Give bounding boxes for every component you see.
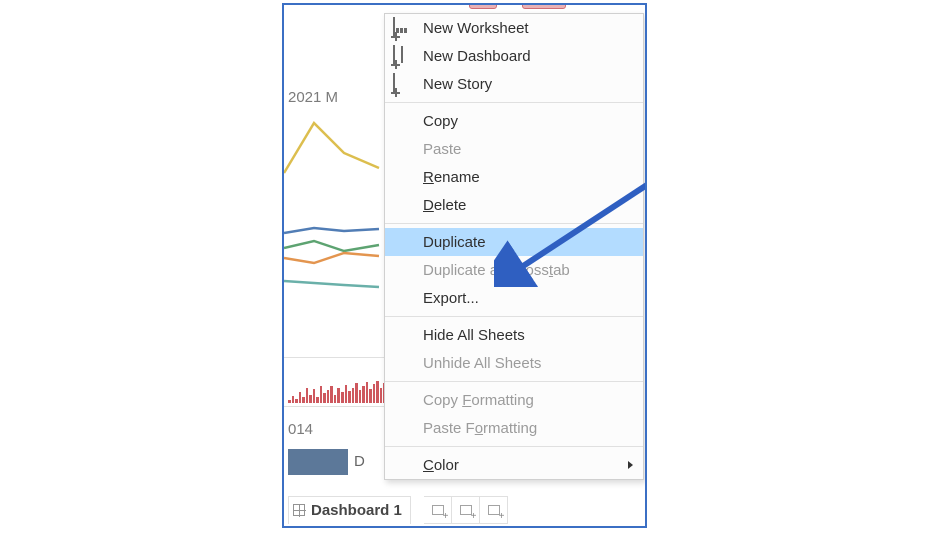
menu-label: Duplicate as Crosstab [423,262,570,279]
menu-label: Rename [423,169,480,186]
menu-hide-all-sheets[interactable]: Hide All Sheets [385,321,643,349]
menu-label: Paste [423,141,461,158]
menu-label: New Story [423,76,492,93]
menu-label: New Worksheet [423,20,529,37]
menu-unhide-all-sheets: Unhide All Sheets [385,349,643,377]
story-icon [393,74,413,94]
menu-label: Hide All Sheets [423,327,525,344]
menu-label: Copy Formatting [423,392,534,409]
menu-duplicate-as-crosstab: Duplicate as Crosstab [385,256,643,284]
menu-new-worksheet[interactable]: New Worksheet [385,14,643,42]
menu-label: Color [423,457,459,474]
menu-label: New Dashboard [423,48,531,65]
menu-duplicate[interactable]: Duplicate [385,228,643,256]
menu-copy-formatting: Copy Formatting [385,386,643,414]
submenu-caret-icon [628,461,633,469]
menu-separator [385,446,643,447]
window-frame: 2021 M 014 [282,3,647,528]
sheet-tab-label: Dashboard 1 [311,502,402,519]
menu-label: Export... [423,290,479,307]
menu-new-dashboard[interactable]: New Dashboard [385,42,643,70]
legend-swatch [288,449,348,475]
worksheet-icon [393,18,413,38]
menu-delete[interactable]: Delete [385,191,643,219]
menu-rename[interactable]: Rename [385,163,643,191]
year-label-fragment: 014 [288,421,313,438]
menu-label: Duplicate [423,234,486,251]
menu-label: Copy [423,113,458,130]
menu-separator [385,102,643,103]
new-dashboard-tab-button[interactable] [452,496,480,524]
menu-export[interactable]: Export... [385,284,643,312]
new-worksheet-tab-button[interactable] [424,496,452,524]
menu-color[interactable]: Color [385,451,643,479]
line-chart-fragment [284,103,394,293]
menu-copy[interactable]: Copy [385,107,643,135]
partial-shape [469,3,497,9]
menu-label: Delete [423,197,466,214]
mini-bar-chart [288,375,393,403]
menu-paste: Paste [385,135,643,163]
context-menu: New Worksheet New Dashboard New Story Co… [384,13,644,480]
partial-shape [522,3,566,9]
sheet-tab-dashboard-1[interactable]: Dashboard 1 [288,496,411,524]
new-tab-buttons [424,496,508,524]
menu-separator [385,223,643,224]
menu-new-story[interactable]: New Story [385,70,643,98]
legend-text-fragment: D [354,453,365,470]
menu-label: Unhide All Sheets [423,355,541,372]
new-story-tab-button[interactable] [480,496,508,524]
menu-paste-formatting: Paste Formatting [385,414,643,442]
menu-label: Paste Formatting [423,420,537,437]
menu-separator [385,316,643,317]
menu-separator [385,381,643,382]
dashboard-icon [293,504,305,516]
dashboard-icon [393,46,413,66]
